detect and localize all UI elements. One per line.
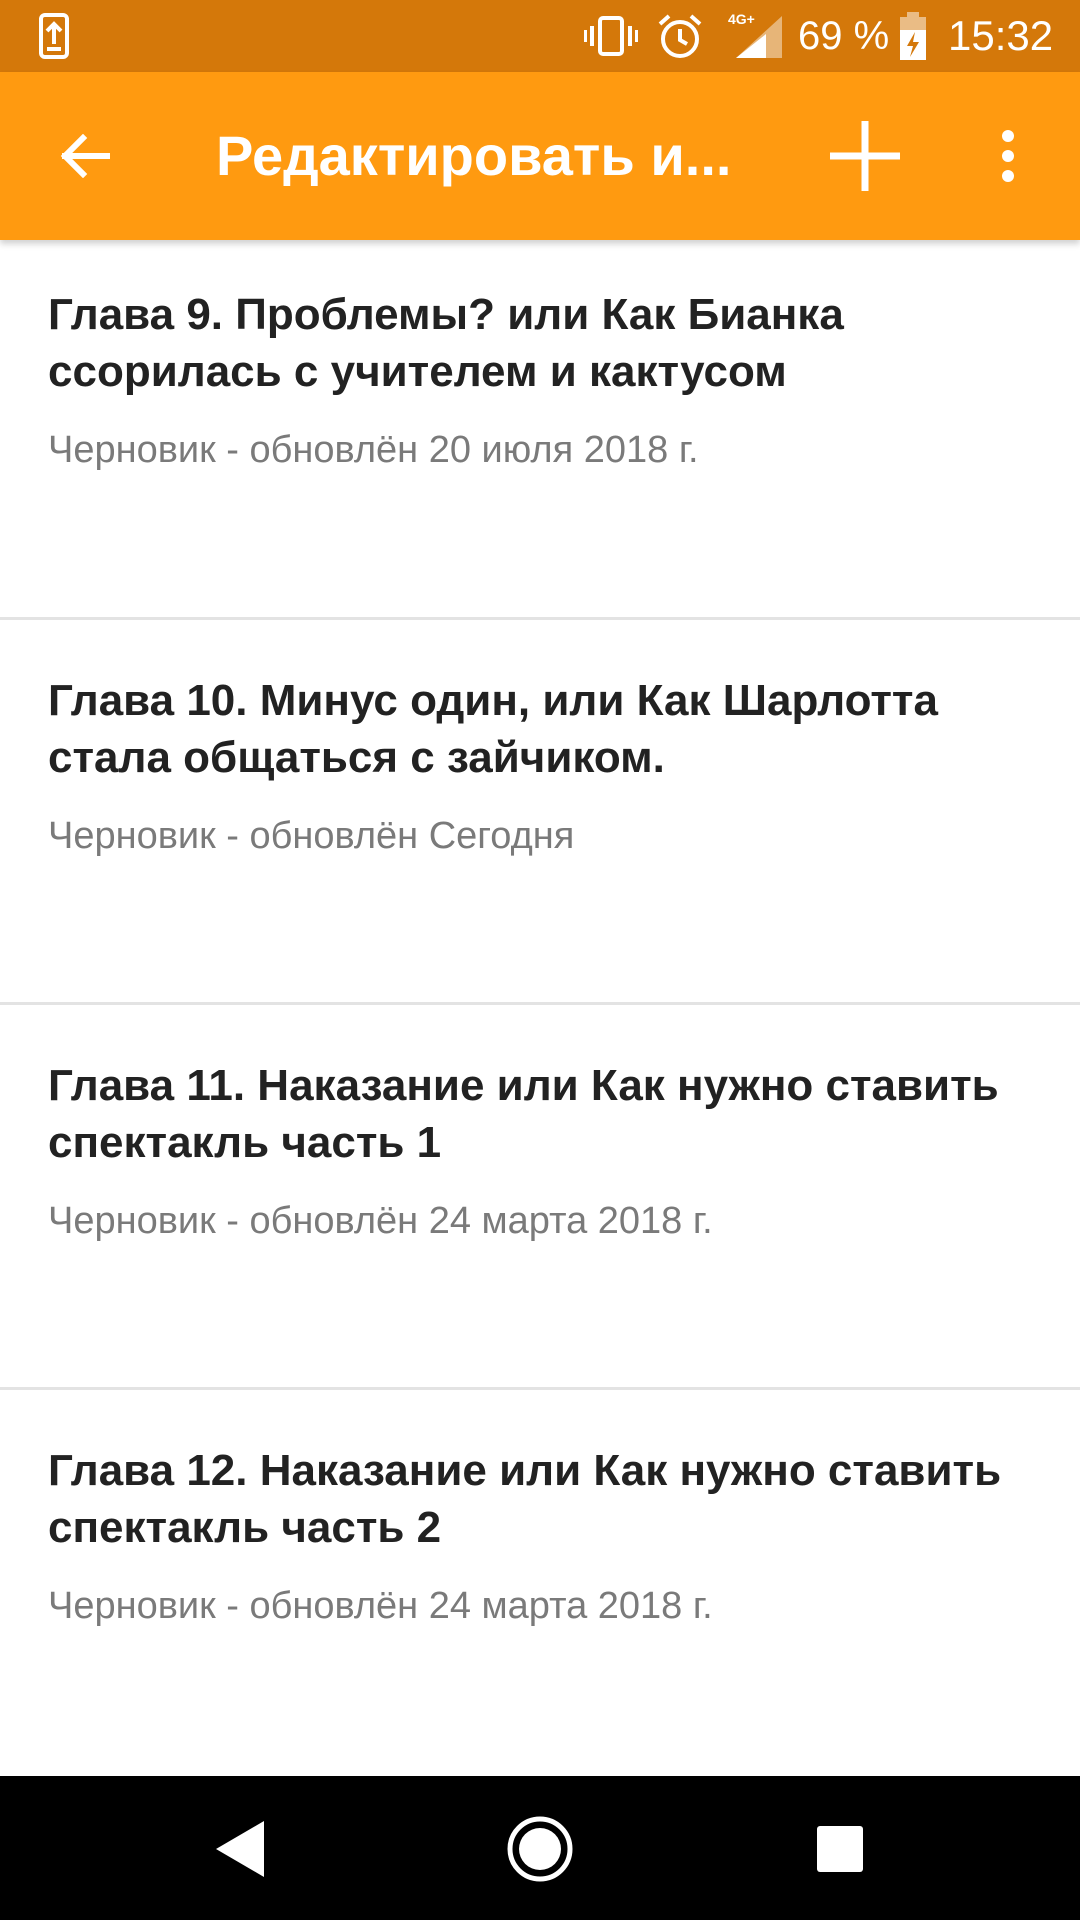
back-button[interactable] — [40, 114, 130, 198]
nav-home-icon — [507, 1816, 573, 1882]
part-title: Глава 11. Наказание или Как нужно ставит… — [48, 1061, 999, 1167]
nav-back-icon — [216, 1821, 264, 1877]
status-clock: 15:32 — [948, 12, 1054, 59]
nav-recents-icon — [817, 1826, 863, 1872]
arrow-back-icon — [60, 134, 110, 178]
signal-icon: 4G+ — [728, 11, 782, 58]
plus-icon — [830, 121, 900, 191]
add-part-button[interactable] — [820, 114, 910, 198]
screenshot-share-icon — [39, 13, 69, 59]
part-status: Черновик - обновлён 20 июля 2018 г. — [48, 429, 699, 471]
navigation-bar — [0, 1776, 1080, 1920]
more-options-button[interactable] — [968, 114, 1048, 198]
part-title: Глава 10. Минус один, или Как Шарлотта с… — [48, 676, 938, 782]
part-status: Черновик - обновлён 24 марта 2018 г. — [48, 1200, 713, 1242]
parts-list: Глава 9. Проблемы? или Как Бианка ссорил… — [0, 240, 1080, 1775]
nav-recents-button[interactable] — [790, 1804, 890, 1894]
app-bar: Редактировать и... — [0, 72, 1080, 240]
list-item[interactable]: Глава 10. Минус один, или Как Шарлотта с… — [0, 620, 1080, 1005]
more-vert-icon — [1002, 130, 1014, 182]
screen: 4G+ 69 % 15:32 Редактировать и... Глава … — [0, 0, 1080, 1920]
alarm-icon — [658, 14, 702, 58]
vibrate-icon — [584, 16, 638, 56]
list-item[interactable]: Глава 11. Наказание или Как нужно ставит… — [0, 1005, 1080, 1390]
list-item[interactable]: Глава 9. Проблемы? или Как Бианка ссорил… — [0, 240, 1080, 620]
list-item[interactable]: Глава 12. Наказание или Как нужно ставит… — [0, 1390, 1080, 1775]
nav-home-button[interactable] — [490, 1804, 590, 1894]
battery-charging-icon — [900, 12, 926, 60]
part-title: Глава 12. Наказание или Как нужно ставит… — [48, 1446, 1002, 1552]
part-status: Черновик - обновлён Сегодня — [48, 815, 575, 857]
page-title: Редактировать и... — [216, 124, 732, 187]
network-type-label: 4G+ — [728, 11, 755, 27]
part-status: Черновик - обновлён 24 марта 2018 г. — [48, 1585, 713, 1627]
status-bar: 4G+ 69 % 15:32 — [0, 0, 1080, 72]
battery-percent: 69 % — [798, 14, 890, 58]
part-title: Глава 9. Проблемы? или Как Бианка ссорил… — [48, 290, 844, 396]
nav-back-button[interactable] — [190, 1804, 290, 1894]
